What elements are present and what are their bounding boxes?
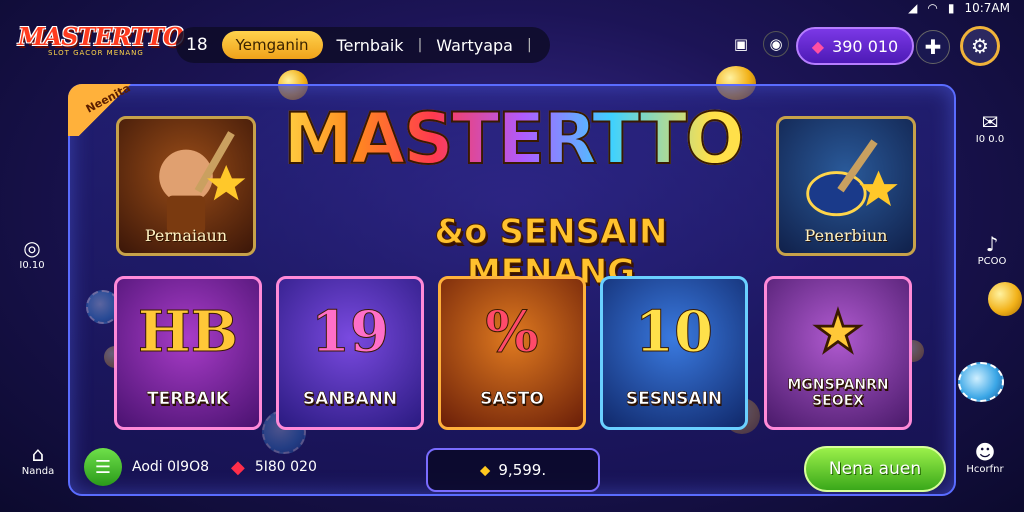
side-left-user[interactable]: ◎ I0.10 [16,236,48,271]
nav-tab-terbaik[interactable]: Ternbaik [337,36,404,55]
game-card-label: SANBANN [302,389,398,410]
cta-button[interactable]: Nena auen [804,446,946,492]
side-left-user-label: I0.10 [19,260,45,271]
profile-icon: ☻ [974,440,996,464]
game-card-sanbann[interactable]: 19 SANBANN [276,276,424,430]
settings-icon: ⚙ [971,34,989,58]
side-left-home[interactable]: ⌂ Nanda [14,442,62,477]
gem-value: 5I80 020 [254,459,317,475]
hero-title: MASTERTTO [266,97,760,181]
game-card-label: SASTO [480,389,544,410]
feature-card-left[interactable]: Pernaiaun [116,116,256,256]
game-card-big: ★ [812,299,864,366]
shield-icon[interactable]: ◉ [763,31,789,57]
balance-value: 390 010 [832,36,899,56]
ruby-icon: ◆ [231,456,245,478]
game-card-sesnsain[interactable]: 10 SESNSAIN [600,276,748,430]
center-value-box[interactable]: ⬥ 9,599. [426,448,600,492]
gem-icon: ◆ [811,36,825,56]
balance-display[interactable]: ◆ 390 010 [796,27,914,65]
logo-subtext: SLOT GACOR MENANG [48,49,144,57]
wifi-icon: ◠ [927,1,938,15]
feature-label-right: Penerbiun [804,226,888,245]
feature-card-right[interactable]: Penerbiun [776,116,916,256]
user-circle-icon: ◎ [23,236,41,260]
nav-separator: | [526,37,532,53]
game-card-big: HB [137,299,239,366]
calendar-icon[interactable]: ▣ [728,31,754,57]
bottom-left-label: Aodi 0I9O8 [132,459,209,475]
game-card-big: % [485,299,539,366]
side-right-bell-label: PCOO [977,256,1007,267]
game-card-big: 10 [635,299,714,366]
center-value: 9,599. [498,461,547,479]
side-right-bell[interactable]: ♪ PCOO [972,232,1012,267]
side-right-chat-label: I0 0.0 [975,134,1005,145]
menu-button[interactable]: ☰ [84,448,122,486]
home-icon: ⌂ [31,442,45,466]
game-card-terbaik[interactable]: HB TERBAIK [114,276,262,430]
game-card-label: MGNSPANRN SEOEX [787,377,889,410]
game-card-big: 19 [311,299,390,366]
nav-number[interactable]: 18 [186,35,208,55]
top-nav: 18 Yemganin Ternbaik | Wartyapa | [176,27,550,63]
chip-decoration [958,362,1004,402]
signal-icon: ◢ [908,1,918,15]
battery-icon: ▮ [947,1,955,15]
feature-label-left: Pernaiaun [144,226,228,245]
plus-icon: ✚ [924,35,942,59]
logo-text: MASTERTTO [18,22,184,51]
side-right-profile-label: Hcorfnr [966,464,1004,475]
plus-button[interactable]: ✚ [916,30,950,64]
menu-icon: ☰ [94,456,112,478]
clock: 10:7AM [964,1,1010,15]
game-card-mgnspanrn[interactable]: ★ MGNSPANRN SEOEX [764,276,912,430]
status-bar: ◢ ◠ ▮ 10:7AM [908,0,1010,16]
game-card-label: SESNSAIN [625,389,723,410]
bottom-left-group: ☰ Aodi 0I9O8 ◆ 5I80 020 [84,448,317,486]
bell-icon: ♪ [985,232,999,256]
game-card-sasto[interactable]: % SASTO [438,276,586,430]
settings-button[interactable]: ⚙ [960,26,1000,66]
side-left-home-label: Nanda [21,466,55,477]
nav-tab-wartyapa[interactable]: Wartyapa [436,36,513,55]
coin-icon: ⬥ [479,461,491,479]
side-right-profile[interactable]: ☻ Hcorfnr [960,440,1010,475]
coin-decoration [988,282,1022,316]
brand-logo[interactable]: MASTERTTO SLOT GACOR MENANG [18,22,184,68]
nav-tab-active[interactable]: Yemganin [221,31,323,59]
nav-separator: | [417,37,423,53]
side-right-chat[interactable]: ✉ I0 0.0 [970,110,1010,145]
game-card-label: TERBAIK [147,389,230,410]
chat-icon: ✉ [981,110,999,134]
